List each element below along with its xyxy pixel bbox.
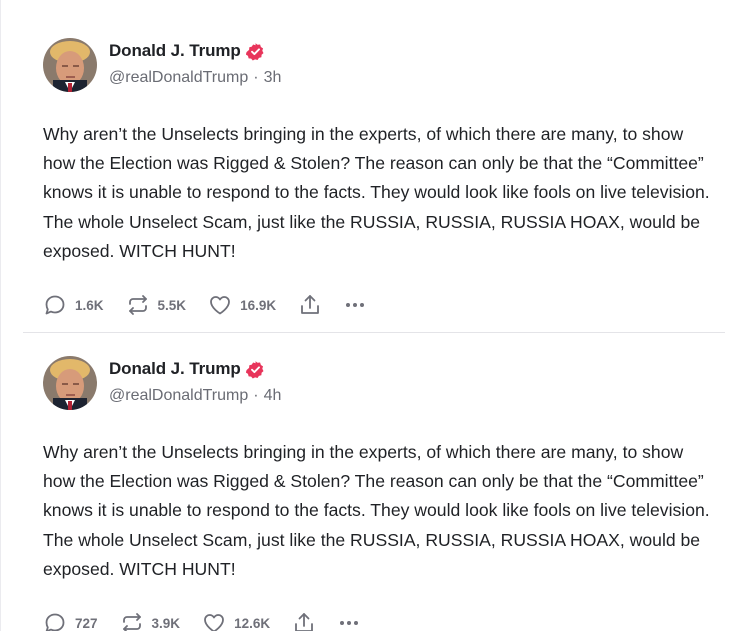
- like-count: 16.9K: [240, 297, 277, 313]
- author-name[interactable]: Donald J. Trump: [109, 359, 241, 379]
- more-icon[interactable]: [346, 303, 365, 308]
- reply-icon: [43, 611, 67, 631]
- author-name[interactable]: Donald J. Trump: [109, 41, 241, 61]
- repost-button[interactable]: 5.5K: [126, 293, 187, 317]
- author-handle[interactable]: @realDonaldTrump: [109, 69, 248, 87]
- reply-count: 1.6K: [75, 297, 104, 313]
- author-row: Donald J. Trump: [109, 359, 281, 379]
- post-text: Why aren’t the Unselects bringing in the…: [43, 442, 710, 579]
- repost-button[interactable]: 3.9K: [120, 611, 181, 631]
- post-meta: Donald J. Trump @realDonaldTrump · 3h: [109, 38, 281, 87]
- repost-count: 3.9K: [151, 615, 181, 631]
- divider: [23, 332, 725, 333]
- like-button[interactable]: 12.6K: [202, 611, 270, 631]
- repost-count: 5.5K: [157, 297, 187, 313]
- handle-row: @realDonaldTrump · 4h: [109, 387, 281, 405]
- like-button[interactable]: 16.9K: [208, 293, 276, 317]
- verified-badge-icon: [245, 360, 265, 379]
- share-button[interactable]: [298, 293, 322, 317]
- post[interactable]: Donald J. Trump @realDonaldTrump · 3h Wh…: [1, 38, 739, 318]
- post-time[interactable]: 4h: [264, 387, 282, 405]
- like-count: 12.6K: [234, 615, 271, 631]
- reply-icon: [43, 293, 67, 317]
- repost-icon: [120, 611, 144, 631]
- share-button[interactable]: [292, 611, 316, 631]
- post-header: Donald J. Trump @realDonaldTrump · 3h: [43, 38, 739, 98]
- heart-icon: [202, 611, 226, 631]
- more-icon[interactable]: [340, 621, 359, 626]
- share-icon: [292, 611, 316, 631]
- post-text: Why aren’t the Unselects bringing in the…: [43, 124, 710, 261]
- author-handle[interactable]: @realDonaldTrump: [109, 387, 248, 405]
- repost-icon: [126, 293, 150, 317]
- avatar[interactable]: [43, 356, 97, 410]
- post-meta: Donald J. Trump @realDonaldTrump · 4h: [109, 356, 281, 405]
- avatar[interactable]: [43, 38, 97, 92]
- share-icon: [298, 293, 322, 317]
- reply-count: 727: [75, 615, 98, 631]
- feed: Donald J. Trump @realDonaldTrump · 3h Wh…: [0, 0, 739, 631]
- post[interactable]: Donald J. Trump @realDonaldTrump · 4h Wh…: [1, 356, 739, 631]
- post-actions: 1.6K 5.5K 16.9K: [43, 292, 739, 318]
- reply-button[interactable]: 727: [43, 611, 98, 631]
- author-row: Donald J. Trump: [109, 41, 281, 61]
- separator: ·: [253, 387, 259, 404]
- handle-row: @realDonaldTrump · 3h: [109, 69, 281, 87]
- separator: ·: [253, 69, 259, 86]
- heart-icon: [208, 293, 232, 317]
- post-actions: 727 3.9K 12.6K: [43, 610, 739, 631]
- post-header: Donald J. Trump @realDonaldTrump · 4h: [43, 356, 739, 416]
- verified-badge-icon: [245, 42, 265, 61]
- reply-button[interactable]: 1.6K: [43, 293, 104, 317]
- post-time[interactable]: 3h: [264, 69, 282, 87]
